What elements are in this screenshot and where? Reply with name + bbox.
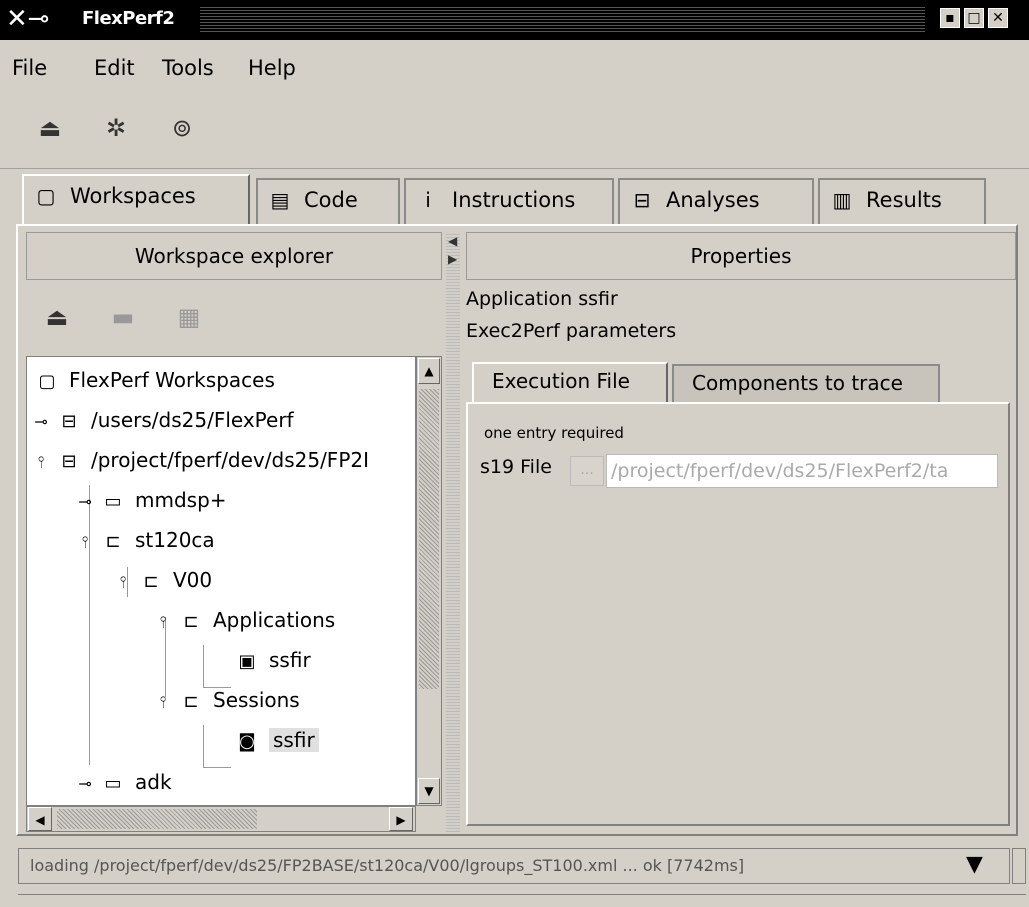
settings-gear-icon[interactable]: ✲ — [98, 110, 134, 146]
help-icon[interactable]: ⊚ — [164, 110, 200, 146]
splitter-right-arrow-icon[interactable]: ▶ — [448, 252, 457, 266]
tree-connector — [203, 767, 231, 768]
collapse-handle-icon[interactable]: ⫯ — [75, 527, 95, 557]
s19-file-label: s19 File — [480, 456, 552, 478]
scroll-left-button[interactable]: ◀ — [28, 807, 52, 831]
session-icon: ◙ — [238, 731, 256, 752]
status-text: loading /project/fperf/dev/ds25/FP2BASE/… — [30, 856, 745, 875]
tree-node[interactable]: ⊸ ⊟/users/ds25/FlexPerf — [31, 405, 293, 437]
browse-button[interactable]: ... — [570, 456, 604, 486]
info-icon: ⅰ — [425, 188, 431, 212]
open-workspace-icon[interactable]: ⏏ — [40, 300, 74, 334]
expand-handle-icon[interactable]: ⊸ — [75, 487, 95, 517]
results-chart-icon: ▥ — [832, 188, 852, 212]
status-indicator — [1012, 848, 1026, 884]
scrollbar-thumb[interactable] — [57, 809, 257, 829]
remove-workspace-icon[interactable]: ▬ — [106, 300, 140, 334]
folder-open-icon: ⊏ — [105, 531, 121, 552]
tree-node[interactable]: ⊸ ▭ adk — [75, 767, 171, 799]
minimize-button[interactable]: ▪ — [940, 8, 960, 28]
x-window-icon: ✕⊸ — [6, 4, 50, 34]
scroll-right-button[interactable]: ▶ — [389, 807, 413, 831]
tree-node[interactable]: ⫯ ⊏ Sessions — [153, 685, 300, 715]
tree-connector — [203, 645, 204, 687]
scroll-down-button[interactable]: ▼ — [418, 778, 440, 804]
tab-instructions[interactable]: ⅰ Instructions — [404, 178, 614, 224]
title-bar[interactable]: ✕⊸ FlexPerf2 ▪ □ ✕ — [0, 0, 1029, 40]
tree-node[interactable]: ⫯ ⊟/project/fperf/dev/ds25/FP2I — [31, 445, 369, 475]
subtab-components-to-trace[interactable]: Components to trace — [672, 364, 940, 402]
menu-bar: File Edit Tools Help — [0, 40, 1029, 92]
folder-icon: ▭ — [104, 491, 122, 512]
tree-node[interactable]: ⫯ ⊏ st120ca — [75, 525, 215, 555]
menu-tools[interactable]: Tools — [162, 56, 214, 80]
tree-node[interactable]: ⊸ ▭ mmdsp+ — [75, 485, 226, 517]
drive-icon: ⊟ — [61, 451, 77, 472]
s19-file-field[interactable]: /project/fperf/dev/ds25/FlexPerf2/ta — [606, 454, 998, 488]
drive-icon: ⊟ — [61, 411, 77, 432]
toolbar: ⏏ ✲ ⊚ — [0, 92, 1029, 169]
expand-handle-icon[interactable]: ⊸ — [75, 769, 95, 799]
close-button[interactable]: ✕ — [988, 8, 1008, 28]
tree-node[interactable]: ⫯ ⊏ Applications — [153, 605, 336, 637]
document-icon[interactable]: ▦ — [172, 300, 206, 334]
bottom-frame — [18, 894, 1026, 907]
collapse-handle-icon[interactable]: ⫯ — [113, 567, 133, 597]
menu-edit[interactable]: Edit — [94, 56, 135, 80]
code-icon: ▤ — [270, 188, 290, 212]
workspace-icon: ▢ — [38, 371, 56, 392]
tab-workspaces[interactable]: ▢ Workspaces — [22, 174, 250, 226]
tree-node[interactable]: ⫯ ⊏ V00 — [113, 565, 213, 597]
window-title: FlexPerf2 — [82, 8, 175, 29]
tree-connector — [203, 725, 204, 767]
chevron-down-icon[interactable]: ▼ — [966, 852, 983, 877]
workspace-tree[interactable]: ▢ FlexPerf Workspaces ⊸ ⊟/users/ds25/FlexP… — [26, 356, 416, 806]
tab-code[interactable]: ▤ Code — [256, 178, 400, 224]
scrollbar-thumb[interactable] — [419, 389, 439, 689]
tab-results[interactable]: ▥ Results — [818, 178, 986, 224]
tree-node-selected[interactable]: ◙ ssfir — [235, 725, 319, 755]
title-bar-stripes — [200, 6, 925, 32]
tree-node[interactable]: ▣ ssfir — [235, 645, 310, 675]
folder-open-icon: ⊏ — [183, 691, 199, 712]
tree-node-root[interactable]: ▢ FlexPerf Workspaces — [35, 365, 274, 395]
menu-file[interactable]: File — [12, 56, 47, 80]
tab-analyses[interactable]: ⊟ Analyses — [618, 178, 814, 224]
splitter-left-arrow-icon[interactable]: ◀ — [448, 234, 457, 248]
application-label: Application ssfir — [466, 288, 618, 310]
tree-vertical-scrollbar[interactable]: ▲ ▼ — [416, 356, 442, 806]
workspace-explorer-header: Workspace explorer — [26, 232, 442, 280]
folder-open-icon: ⊏ — [183, 611, 199, 632]
subtab-execution-file[interactable]: Execution File — [472, 362, 668, 402]
parameters-label: Exec2Perf parameters — [466, 320, 677, 342]
pane-splitter[interactable]: ◀ ▶ — [446, 232, 460, 832]
scroll-up-button[interactable]: ▲ — [418, 358, 440, 384]
expand-handle-icon[interactable]: ⊸ — [31, 407, 51, 437]
menu-help[interactable]: Help — [248, 56, 296, 80]
application-icon: ▣ — [238, 651, 256, 672]
folder-icon: ▭ — [104, 773, 122, 794]
analyses-icon: ⊟ — [633, 188, 651, 212]
folder-open-icon: ⊏ — [143, 571, 159, 592]
workspace-icon: ▢ — [36, 184, 56, 208]
maximize-button[interactable]: □ — [964, 8, 984, 28]
open-workspace-icon[interactable]: ⏏ — [32, 110, 68, 146]
required-note: one entry required — [484, 424, 624, 442]
collapse-handle-icon[interactable]: ⫯ — [31, 447, 51, 477]
properties-header: Properties — [466, 232, 1016, 280]
tree-horizontal-scrollbar[interactable]: ◀ ▶ — [26, 806, 416, 832]
collapse-handle-icon[interactable]: ⫯ — [153, 607, 173, 637]
collapse-handle-icon[interactable]: ⫯ — [153, 687, 173, 717]
